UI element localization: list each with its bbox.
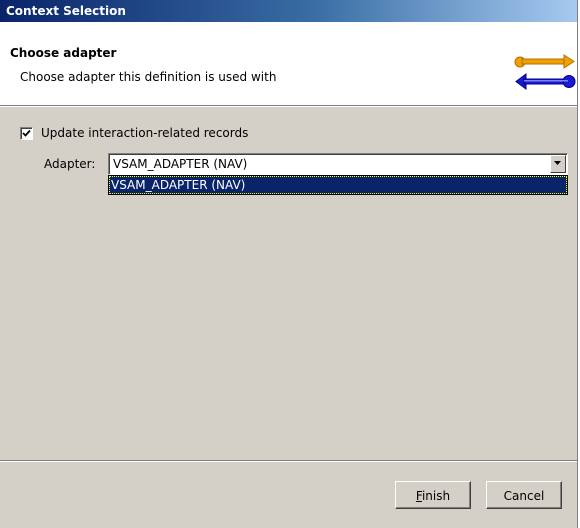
footer-divider xyxy=(0,460,577,462)
dropdown-arrow-button[interactable] xyxy=(550,155,566,173)
chevron-down-icon xyxy=(554,161,561,165)
adapter-connector-icon xyxy=(514,54,576,90)
page-description: Choose adapter this definition is used w… xyxy=(20,70,277,84)
page-title: Choose adapter xyxy=(10,46,117,60)
content-area: Update interaction-related records Adapt… xyxy=(0,107,577,460)
finish-button[interactable]: Finish xyxy=(395,481,471,509)
update-records-option[interactable]: Update interaction-related records xyxy=(20,125,248,141)
cancel-button[interactable]: Cancel xyxy=(486,481,562,509)
update-records-label: Update interaction-related records xyxy=(41,126,249,140)
adapter-label: Adapter: xyxy=(44,157,96,171)
context-selection-dialog: Context Selection Choose adapter Choose … xyxy=(0,0,578,528)
update-records-checkbox[interactable] xyxy=(20,126,33,140)
title-bar: Context Selection xyxy=(0,0,577,22)
checkmark-icon xyxy=(22,129,31,137)
window-title: Context Selection xyxy=(6,4,126,18)
adapter-combobox-value: VSAM_ADAPTER (NAV) xyxy=(113,157,248,171)
adapter-combobox[interactable]: VSAM_ADAPTER (NAV) xyxy=(108,153,568,175)
adapter-dropdown-list: VSAM_ADAPTER (NAV) xyxy=(108,175,568,195)
finish-label: inish xyxy=(421,489,451,503)
header-banner: Choose adapter Choose adapter this defin… xyxy=(0,22,577,106)
adapter-option[interactable]: VSAM_ADAPTER (NAV) xyxy=(109,176,567,194)
